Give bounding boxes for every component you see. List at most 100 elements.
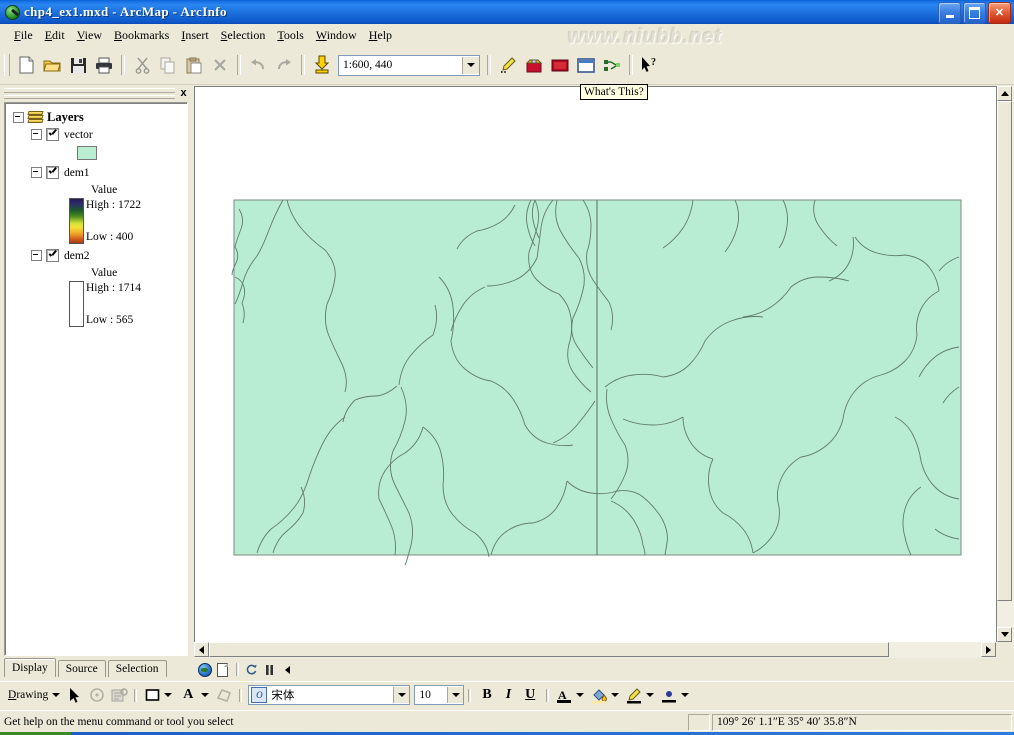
paste-icon[interactable] xyxy=(182,54,206,77)
toc-close-icon[interactable]: x xyxy=(177,87,190,99)
scroll-left-button-small[interactable] xyxy=(279,662,296,678)
marker-color-caret-icon[interactable] xyxy=(681,693,690,697)
menu-help[interactable]: Help xyxy=(363,26,398,45)
toc-legend-dem2[interactable]: High : 1714 Low : 565 xyxy=(13,281,187,327)
expand-collapse-icon-dem1[interactable] xyxy=(31,167,42,178)
toc-tab-selection[interactable]: Selection xyxy=(107,660,167,677)
map-horizontal-scrollbar[interactable] xyxy=(194,642,996,658)
toc-tab-display[interactable]: Display xyxy=(4,658,56,677)
font-color-icon[interactable]: A xyxy=(553,685,575,706)
undo-icon[interactable] xyxy=(246,54,270,77)
vector-fill-swatch[interactable] xyxy=(77,145,97,160)
toolbar-separator-5 xyxy=(629,55,633,75)
drawing-menu-caret-icon[interactable] xyxy=(52,693,61,697)
toc-tree[interactable]: Layers vector dem1 Value High: 1722 Low… xyxy=(4,102,188,656)
line-color-caret-icon[interactable] xyxy=(646,693,655,697)
horizontal-scroll-thumb[interactable] xyxy=(209,642,889,657)
fill-color-icon[interactable] xyxy=(588,685,610,706)
scroll-right-button[interactable] xyxy=(981,642,996,657)
toolbar-grip[interactable] xyxy=(4,54,10,76)
font-dropdown-arrow[interactable] xyxy=(393,687,410,703)
delete-icon[interactable] xyxy=(208,54,232,77)
toc-legend-dem1[interactable]: High : 1722 Low : 400 xyxy=(13,198,187,244)
new-polygon-icon[interactable] xyxy=(213,685,235,706)
scale-dropdown-arrow[interactable] xyxy=(462,56,479,74)
dem2-color-ramp[interactable] xyxy=(69,281,84,327)
minimize-button[interactable] xyxy=(938,2,961,24)
expand-collapse-icon[interactable] xyxy=(13,112,24,123)
print-icon[interactable] xyxy=(92,54,116,77)
toc-grip-bar[interactable]: x xyxy=(2,86,192,100)
editor-toolbar-icon[interactable] xyxy=(496,54,520,77)
menu-bookmarks[interactable]: Bookmarks xyxy=(108,26,175,45)
map-canvas[interactable] xyxy=(194,86,997,643)
dem1-color-ramp[interactable] xyxy=(69,198,84,244)
scroll-up-button[interactable] xyxy=(997,86,1012,101)
new-doc-icon[interactable] xyxy=(14,54,38,77)
python-window-icon[interactable] xyxy=(600,54,624,77)
rectangle-dropdown-caret-icon[interactable] xyxy=(164,693,173,697)
refresh-view-button[interactable] xyxy=(243,662,260,678)
select-elements-icon[interactable] xyxy=(64,685,86,706)
font-size-combobox[interactable]: 10 xyxy=(414,685,465,705)
close-button[interactable]: ✕ xyxy=(988,2,1011,24)
font-combobox[interactable]: O 宋体 xyxy=(248,685,411,705)
bold-button[interactable]: B xyxy=(475,687,498,703)
whats-this-icon[interactable]: ? xyxy=(638,54,662,77)
layer-visibility-checkbox-vector[interactable] xyxy=(46,128,59,141)
toc-layer-dem1[interactable]: dem1 xyxy=(13,164,187,181)
cut-icon[interactable] xyxy=(130,54,154,77)
toc-root-layers[interactable]: Layers xyxy=(13,109,187,126)
italic-button[interactable]: I xyxy=(499,687,518,703)
arctoolbox-icon[interactable] xyxy=(522,54,546,77)
expand-collapse-icon-dem2[interactable] xyxy=(31,250,42,261)
scroll-down-button[interactable] xyxy=(997,627,1012,642)
attributes-icon[interactable] xyxy=(108,685,130,706)
map-area xyxy=(194,86,1014,658)
pause-drawing-button[interactable] xyxy=(261,662,278,678)
rotate-icon[interactable] xyxy=(86,685,108,706)
menu-window[interactable]: Window xyxy=(310,26,363,45)
new-text-icon[interactable]: A xyxy=(176,687,200,703)
data-view-button[interactable] xyxy=(196,662,213,678)
underline-button[interactable]: U xyxy=(518,687,542,703)
marker-color-icon[interactable] xyxy=(658,685,680,706)
layer-visibility-checkbox-dem1[interactable] xyxy=(46,166,59,179)
menu-tools[interactable]: Tools xyxy=(271,26,310,45)
font-color-caret-icon[interactable] xyxy=(576,693,585,697)
menu-selection[interactable]: Selection xyxy=(215,26,272,45)
command-line-icon[interactable] xyxy=(574,54,598,77)
font-size-value[interactable]: 10 xyxy=(415,689,447,701)
layer-visibility-checkbox-dem2[interactable] xyxy=(46,249,59,262)
menu-insert[interactable]: Insert xyxy=(175,26,214,45)
font-value[interactable]: 宋体 xyxy=(269,687,393,703)
expand-collapse-icon-vector[interactable] xyxy=(31,129,42,140)
maximize-button[interactable] xyxy=(963,2,986,24)
add-data-icon[interactable] xyxy=(310,54,334,77)
drawing-toolbar: Drawing A O 宋体 10 B I U A xyxy=(0,681,1014,708)
scale-combobox[interactable]: 1:600, 440 xyxy=(338,54,480,76)
save-icon[interactable] xyxy=(66,54,90,77)
vertical-scroll-thumb[interactable] xyxy=(997,101,1012,601)
map-vertical-scrollbar[interactable] xyxy=(996,86,1014,642)
fill-color-caret-icon[interactable] xyxy=(611,693,620,697)
copy-icon[interactable] xyxy=(156,54,180,77)
scale-value[interactable]: 1:600, 440 xyxy=(339,59,462,71)
open-folder-icon[interactable] xyxy=(40,54,64,77)
scroll-left-button[interactable] xyxy=(194,642,209,657)
model-builder-icon[interactable] xyxy=(548,54,572,77)
toc-layer-dem2[interactable]: dem2 xyxy=(13,247,187,264)
redo-icon[interactable] xyxy=(272,54,296,77)
line-color-icon[interactable] xyxy=(623,685,645,706)
toc-tab-source[interactable]: Source xyxy=(57,660,106,677)
menu-edit[interactable]: Edit xyxy=(39,26,71,45)
toc-symbol-vector[interactable] xyxy=(13,143,187,162)
new-rectangle-icon[interactable] xyxy=(141,685,163,706)
layout-view-button[interactable] xyxy=(214,662,231,678)
drawing-menu-button[interactable]: Drawing xyxy=(0,689,51,701)
menu-view[interactable]: View xyxy=(71,26,108,45)
font-size-dropdown-arrow[interactable] xyxy=(447,687,464,703)
toc-layer-vector[interactable]: vector xyxy=(13,126,187,143)
text-dropdown-caret-icon[interactable] xyxy=(201,693,210,697)
menu-file[interactable]: File xyxy=(8,26,39,45)
